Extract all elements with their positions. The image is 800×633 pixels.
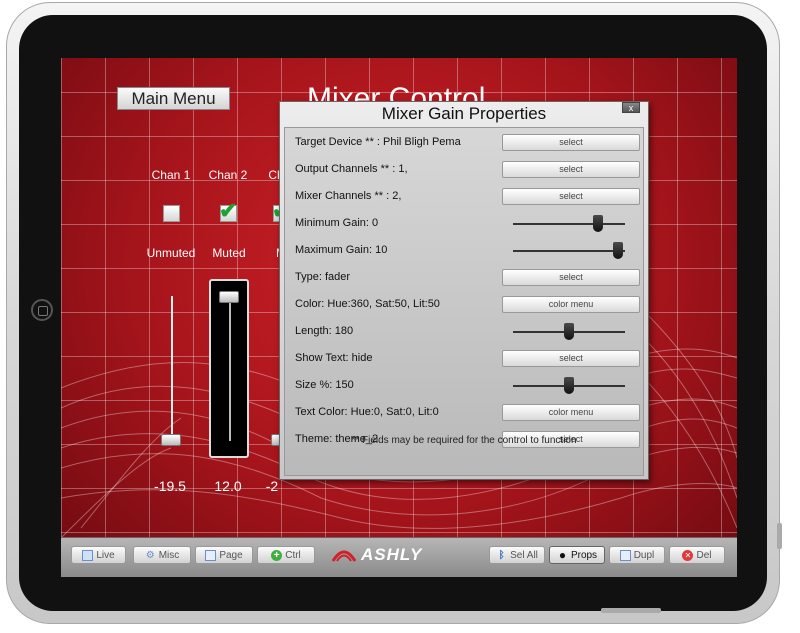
checkmark-icon: ✔ — [219, 198, 238, 223]
color-label: Color: Hue:360, Sat:50, Lit:50 — [295, 298, 440, 310]
ctrl-button-label: Ctrl — [285, 549, 301, 561]
minimum-gain-slider[interactable] — [513, 223, 625, 225]
mixer-gain-properties-dialog: Mixer Gain Properties x Target Device **… — [279, 101, 649, 480]
type-select-button[interactable]: select — [502, 269, 640, 286]
select-all-button[interactable]: ᛒ Sel All — [489, 546, 545, 564]
dialog-footer-note: ** Fields may be required for the contro… — [351, 435, 577, 446]
select-all-button-label: Sel All — [510, 549, 538, 561]
bluetooth-icon: ᛒ — [498, 549, 505, 561]
duplicate-icon — [619, 549, 631, 561]
mute-status-label: Muted — [212, 246, 246, 260]
home-button[interactable] — [31, 299, 53, 321]
channel-label: Chan 1 — [151, 168, 191, 182]
plus-icon: + — [271, 549, 283, 561]
fader-knob-1[interactable] — [161, 434, 181, 446]
type-label: Type: fader — [295, 271, 351, 283]
page-button-label: Page — [219, 549, 243, 561]
size-label: Size %: 150 — [295, 379, 354, 391]
misc-button[interactable]: ⚙ Misc — [133, 546, 191, 564]
ashly-logo-mark-icon — [331, 550, 357, 562]
side-button-bottom[interactable] — [601, 608, 661, 613]
output-channels-select-button[interactable]: select — [502, 161, 640, 178]
page-button[interactable]: Page — [195, 546, 253, 564]
props-button[interactable]: ● Props — [549, 546, 605, 564]
minimum-gain-label: Minimum Gain: 0 — [295, 217, 379, 229]
show-text-select-button[interactable]: select — [502, 350, 640, 367]
channel-value: 12.0 — [214, 478, 242, 494]
fader-track-1[interactable] — [171, 296, 173, 444]
mute-status-label: Unmuted — [146, 246, 196, 260]
size-slider-knob[interactable] — [564, 377, 574, 394]
delete-button[interactable]: ✕ Del — [669, 546, 725, 564]
maximum-gain-slider-knob[interactable] — [612, 242, 623, 259]
output-channels-label: Output Channels ** : 1, — [295, 163, 408, 175]
fader-track-2[interactable] — [229, 291, 231, 441]
dot-icon: ● — [558, 547, 567, 562]
color-menu-button[interactable]: color menu — [502, 296, 640, 313]
length-slider-knob[interactable] — [564, 323, 574, 340]
side-button-top[interactable] — [777, 523, 782, 549]
text-color-menu-button[interactable]: color menu — [502, 404, 640, 421]
gear-icon: ⚙ — [145, 549, 155, 561]
channel-value: -19.5 — [154, 478, 186, 494]
channel-label: Chan 2 — [208, 168, 248, 182]
dialog-body: Target Device ** : Phil Bligh Pema selec… — [284, 127, 644, 476]
dialog-title: Mixer Gain Properties — [381, 104, 547, 123]
length-label: Length: 180 — [295, 325, 354, 337]
live-button[interactable]: Live — [71, 546, 126, 564]
ashly-logo: ASHLY — [331, 543, 422, 567]
duplicate-button[interactable]: Dupl — [609, 546, 665, 564]
minimum-gain-slider-knob[interactable] — [592, 215, 603, 232]
target-device-select-button[interactable]: select — [502, 134, 640, 151]
mixer-channels-select-button[interactable]: select — [502, 188, 640, 205]
mute-checkbox-2[interactable]: ✔ — [219, 200, 237, 222]
fader-selected-frame[interactable] — [209, 279, 249, 458]
delete-icon: ✕ — [682, 549, 694, 561]
props-button-label: Props — [570, 549, 598, 561]
pages-icon — [205, 549, 217, 561]
misc-button-label: Misc — [158, 549, 180, 561]
target-device-label: Target Device ** : Phil Bligh Pema — [295, 136, 461, 148]
text-color-label: Text Color: Hue:0, Sat:0, Lit:0 — [295, 406, 439, 418]
window-icon — [82, 549, 94, 561]
mixer-channels-label: Mixer Channels ** : 2, — [295, 190, 402, 202]
main-menu-button[interactable]: Main Menu — [117, 87, 230, 110]
live-button-label: Live — [96, 549, 115, 561]
fader-knob-2[interactable] — [219, 291, 239, 303]
channel-value: -2 — [265, 478, 279, 494]
ctrl-button[interactable]: + Ctrl — [257, 546, 315, 564]
maximum-gain-label: Maximum Gain: 10 — [295, 244, 388, 256]
maximum-gain-slider[interactable] — [513, 250, 625, 252]
delete-button-label: Del — [696, 549, 712, 561]
duplicate-button-label: Dupl — [633, 549, 655, 561]
mute-checkbox-1[interactable] — [163, 205, 180, 222]
show-text-label: Show Text: hide — [295, 352, 373, 364]
brand-name: ASHLY — [361, 545, 423, 564]
close-icon[interactable]: x — [622, 102, 640, 113]
bottom-toolbar: Live ⚙ Misc Page + Ctrl ASHLY ᛒ Sel All … — [61, 537, 737, 577]
app-screen: Main Menu Mixer Control Chan 1 Chan 2 Ch… — [61, 58, 737, 577]
